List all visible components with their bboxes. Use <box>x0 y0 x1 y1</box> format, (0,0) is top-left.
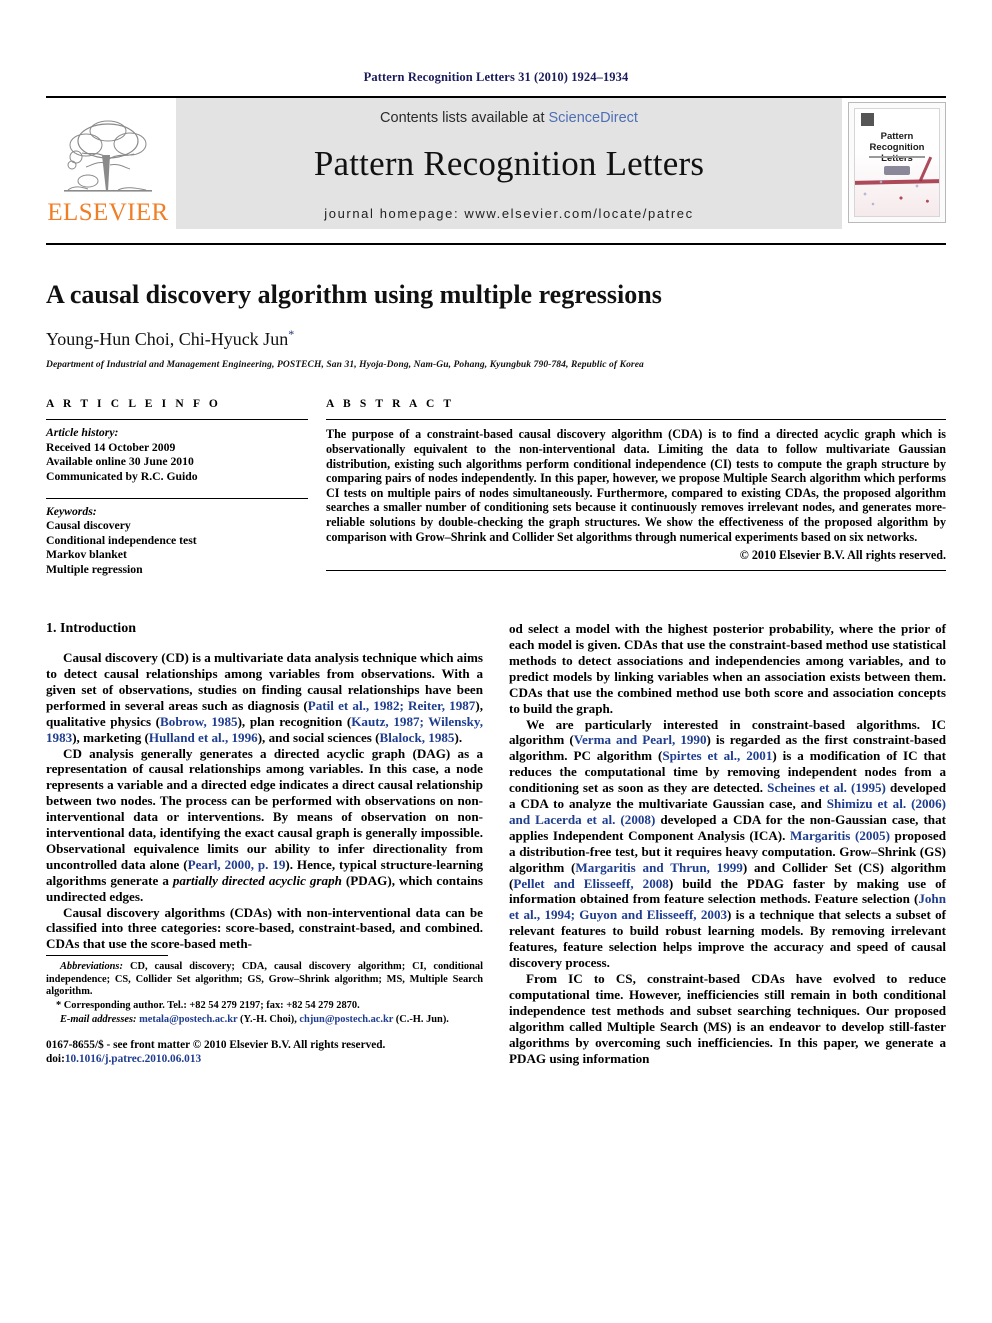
body-paragraph: od select a model with the highest poste… <box>509 621 946 716</box>
footnotes: Abbreviations: CD, causal discovery; CDA… <box>46 955 483 1066</box>
doi-label: doi: <box>46 1052 65 1065</box>
email-link-1[interactable]: metala@postech.ac.kr <box>139 1014 237 1025</box>
email-link-2[interactable]: chjun@postech.ac.kr <box>299 1014 393 1025</box>
keyword-item: Conditional independence test <box>46 533 197 547</box>
right-paragraph-container: od select a model with the highest poste… <box>509 621 946 1066</box>
doi-link[interactable]: 10.1016/j.patrec.2010.06.013 <box>65 1053 201 1065</box>
citation-link[interactable]: Hulland et al., 1996 <box>149 730 258 745</box>
body-columns: 1. Introduction Causal discovery (CD) is… <box>46 621 946 1066</box>
corresponding-author-marker: * <box>288 327 295 342</box>
keywords-group: Keywords: Causal discovery Conditional i… <box>46 505 308 577</box>
citation-link[interactable]: Spirtes et al., 2001 <box>662 748 772 763</box>
contents-line: Contents lists available at ScienceDirec… <box>380 110 638 126</box>
body-paragraph: CD analysis generally generates a direct… <box>46 746 483 905</box>
elsevier-wordmark: ELSEVIER <box>47 199 169 226</box>
affiliation: Department of Industrial and Management … <box>46 360 644 371</box>
citation-link[interactable]: Blalock, 1985 <box>380 730 455 745</box>
article-info-rule-mid <box>46 498 308 500</box>
journal-homepage[interactable]: journal homepage: www.elsevier.com/locat… <box>324 206 693 221</box>
article-history-group: Article history: Received 14 October 200… <box>46 426 308 484</box>
footnote-abbreviations: Abbreviations: CD, causal discovery; CDA… <box>46 961 483 999</box>
body-text: partially directed acyclic graph <box>172 872 342 888</box>
body-text: CD analysis generally generates a direct… <box>46 745 483 872</box>
author-names: Young-Hun Choi, Chi-Hyuck Jun <box>46 329 289 350</box>
title-divider <box>46 243 946 245</box>
cover-speckle-texture <box>857 170 937 210</box>
left-paragraph-container: Causal discovery (CD) is a multivariate … <box>46 650 483 952</box>
abstract-heading: A B S T R A C T <box>326 398 455 411</box>
author-list: Young-Hun Choi, Chi-Hyuck Jun* <box>46 327 946 350</box>
citation-link[interactable]: Pearl, 2000, p. 19 <box>188 857 286 872</box>
journal-masthead: ELSEVIER Contents lists available at Sci… <box>46 96 946 229</box>
article-info-column: A R T I C L E I N F O Article history: R… <box>46 398 308 577</box>
body-paragraph: Causal discovery (CD) is a multivariate … <box>46 650 483 745</box>
cover-elsevier-icon <box>861 113 874 126</box>
body-text: ), plan recognition ( <box>237 713 352 729</box>
journal-band: Contents lists available at ScienceDirec… <box>176 98 842 229</box>
section-heading-introduction: 1. Introduction <box>46 621 136 637</box>
email-label: E-mail addresses: <box>60 1013 137 1025</box>
history-item: Communicated by R.C. Guido <box>46 469 198 483</box>
keyword-item: Causal discovery <box>46 519 131 533</box>
citation-link[interactable]: Verma and Pearl, 1990 <box>574 732 707 747</box>
cover-title-line1: Pattern Recognition <box>869 131 925 153</box>
journal-title: Pattern Recognition Letters <box>313 144 705 183</box>
issn-block: 0167-8655/$ - see front matter © 2010 El… <box>46 1039 483 1066</box>
body-column-right: od select a model with the highest poste… <box>509 621 946 1066</box>
elsevier-tree-icon <box>64 120 152 192</box>
cover-inner: Pattern Recognition Letters <box>854 108 940 217</box>
citation-link[interactable]: Scheines et al. (1995) <box>767 780 886 795</box>
history-item: Available online 30 June 2010 <box>46 455 194 469</box>
abstract-rule-bottom <box>326 570 946 572</box>
body-text: ). <box>454 729 463 745</box>
corresponding-text: Corresponding author. Tel.: +82 54 279 2… <box>61 1000 360 1012</box>
citation-link[interactable]: Margaritis (2005) <box>790 828 890 843</box>
keyword-item: Multiple regression <box>46 562 143 576</box>
elsevier-logo: ELSEVIER <box>46 98 170 229</box>
body-paragraph: We are particularly interested in constr… <box>509 717 946 972</box>
page-title: A causal discovery algorithm using multi… <box>46 280 662 309</box>
doi-line: doi:10.1016/j.patrec.2010.06.013 <box>46 1053 483 1067</box>
article-info-heading: A R T I C L E I N F O <box>46 398 221 411</box>
article-history-label: Article history: <box>46 426 119 440</box>
contents-prefix: Contents lists available at <box>380 110 549 126</box>
sciencedirect-link[interactable]: ScienceDirect <box>549 110 638 126</box>
keywords-label: Keywords: <box>46 505 97 519</box>
body-paragraph: Causal discovery algorithms (CDAs) with … <box>46 905 483 953</box>
running-head: Pattern Recognition Letters 31 (2010) 19… <box>363 70 629 84</box>
history-item: Received 14 October 2009 <box>46 440 176 454</box>
body-text: From IC to CS, constraint-based CDAs hav… <box>509 971 946 1066</box>
citation-link[interactable]: Patil et al., 1982; Reiter, 1987 <box>308 698 476 713</box>
footnote-corresponding: * Corresponding author. Tel.: +82 54 279… <box>46 1000 483 1013</box>
citation-link[interactable]: Margaritis and Thrun, 1999 <box>575 860 742 875</box>
email-owner-2: (C.-H. Jun). <box>393 1013 449 1025</box>
keyword-item: Markov blanket <box>46 548 127 562</box>
article-info-rule-top <box>46 419 308 421</box>
citation-link[interactable]: Pellet and Elisseeff, 2008 <box>513 876 668 891</box>
info-abstract-block: A R T I C L E I N F O Article history: R… <box>46 398 946 577</box>
body-text: od select a model with the highest poste… <box>509 621 946 716</box>
abstract-column: A B S T R A C T The purpose of a constra… <box>326 398 946 572</box>
citation-link[interactable]: Bobrow, 1985 <box>160 714 238 729</box>
abbreviations-label: Abbreviations: <box>60 961 123 973</box>
journal-cover-thumbnail: Pattern Recognition Letters <box>848 102 946 223</box>
body-column-left: 1. Introduction Causal discovery (CD) is… <box>46 621 483 1066</box>
abstract-rule-top <box>326 419 946 421</box>
body-text: Causal discovery algorithms (CDAs) with … <box>46 904 483 952</box>
body-paragraph: From IC to CS, constraint-based CDAs hav… <box>509 971 946 1066</box>
email-owner-1: (Y.-H. Choi), <box>237 1013 300 1025</box>
body-text: ), marketing ( <box>72 729 149 745</box>
issn-line: 0167-8655/$ - see front matter © 2010 El… <box>46 1039 386 1052</box>
paper-page: Pattern Recognition Letters 31 (2010) 19… <box>0 0 992 1323</box>
abstract-text: The purpose of a constraint-based causal… <box>326 427 946 544</box>
body-text: ), and social sciences ( <box>257 729 380 745</box>
abstract-copyright: © 2010 Elsevier B.V. All rights reserved… <box>739 548 946 563</box>
footnote-emails: E-mail addresses: metala@postech.ac.kr (… <box>46 1014 483 1027</box>
footnote-divider <box>46 955 168 957</box>
